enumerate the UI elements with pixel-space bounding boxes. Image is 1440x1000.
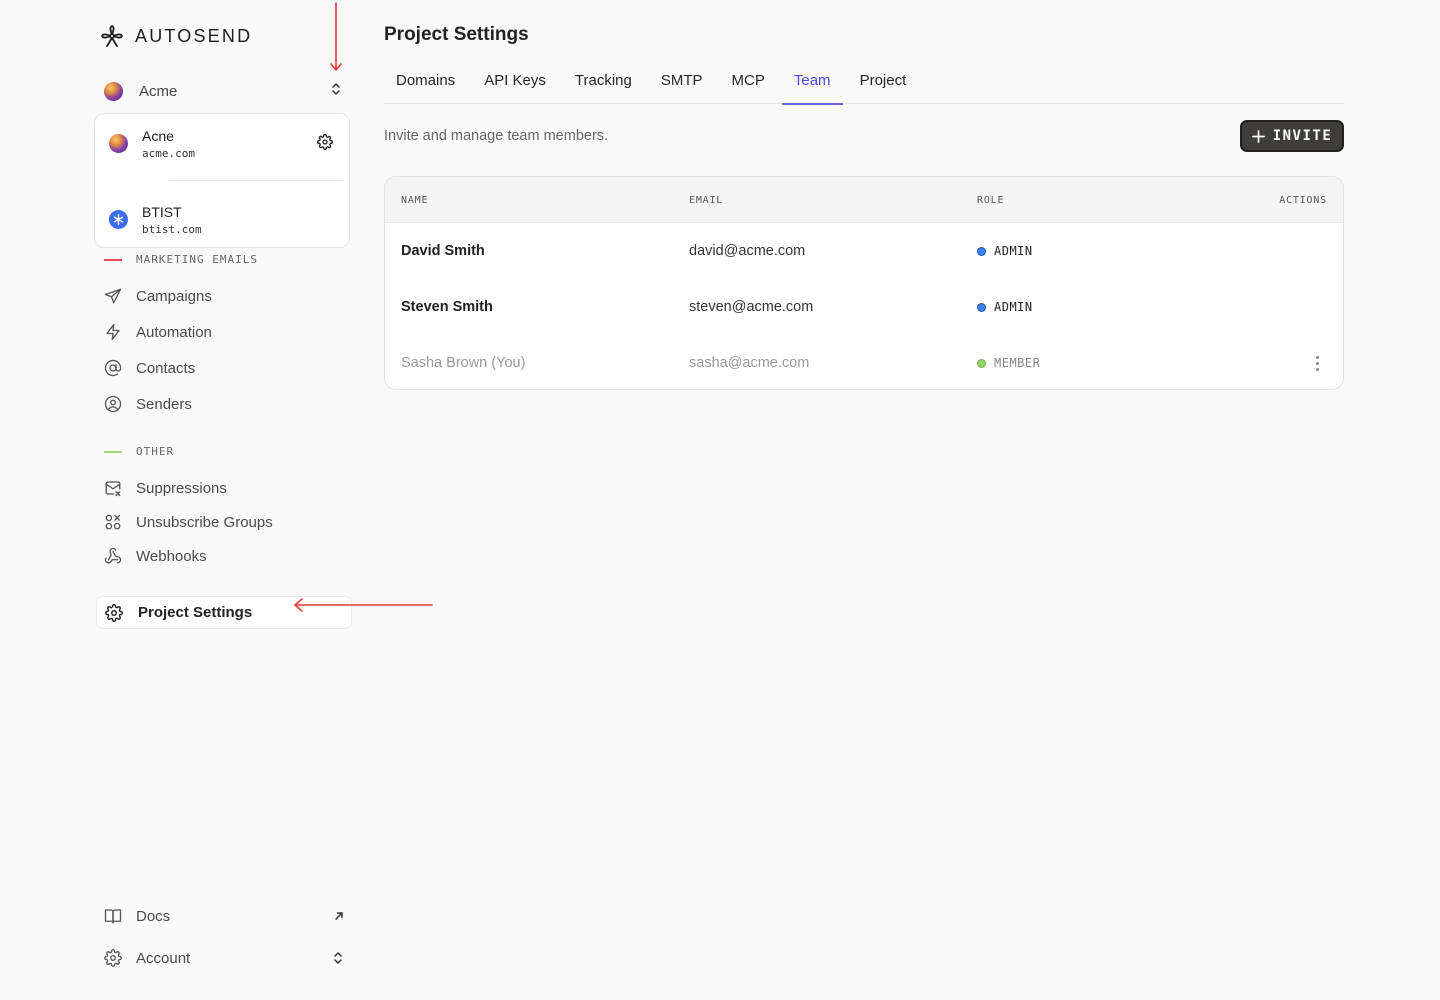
role-dot	[977, 358, 986, 368]
role-dot	[977, 246, 986, 256]
team-table: NAME EMAIL ROLE ACTIONS David Smith davi…	[384, 176, 1344, 390]
member-email: sasha@acme.com	[689, 355, 810, 371]
member-role: ADMIN	[977, 244, 1033, 258]
workspace-dropdown: Acne acme.com BTIST btist.com	[94, 113, 350, 248]
sidebar-item-label: Contacts	[136, 359, 196, 377]
sidebar-item-docs[interactable]: Docs	[104, 907, 344, 925]
sidebar-item-label: Automation	[136, 323, 212, 341]
table-row: Sasha Brown (You) sasha@acme.com MEMBER	[385, 335, 1343, 389]
user-circle-icon	[104, 395, 122, 413]
send-icon	[104, 287, 122, 305]
gear-icon[interactable]	[317, 134, 333, 150]
section-subtitle: Invite and manage team members.	[384, 128, 609, 144]
member-email: steven@acme.com	[689, 299, 814, 315]
column-header-role: ROLE	[977, 195, 1005, 206]
sidebar-item-label: Account	[136, 949, 191, 967]
mail-x-icon	[104, 479, 122, 497]
plus-icon	[1251, 129, 1265, 143]
table-row: David Smith david@acme.com ADMIN	[385, 223, 1343, 279]
member-role: MEMBER	[977, 356, 1040, 370]
chevron-updown-icon	[332, 83, 340, 95]
sidebar-item-label: Project Settings	[138, 604, 253, 621]
section-accent-line	[104, 258, 122, 261]
tab-team[interactable]: Team	[781, 64, 843, 105]
tab-domains[interactable]: Domains	[384, 64, 467, 104]
gear-icon	[105, 603, 123, 622]
workspace-option-acne[interactable]: Acne acme.com	[109, 128, 337, 160]
settings-tabs: Domains API Keys Tracking SMTP MCP Team …	[384, 64, 1344, 105]
workspace-avatar	[104, 81, 123, 101]
annotation-arrow-down	[330, 2, 342, 71]
dropdown-divider	[169, 180, 343, 181]
brand-name: AUTOSEND	[135, 25, 253, 46]
workspace-option-name: Acne	[142, 128, 174, 144]
chevron-updown-icon	[334, 952, 342, 964]
sidebar-item-senders[interactable]: Senders	[104, 395, 192, 413]
table-header: NAME EMAIL ROLE ACTIONS	[385, 177, 1343, 223]
annotation-arrow-left	[294, 598, 433, 612]
sidebar-item-contacts[interactable]: Contacts	[104, 359, 195, 377]
workspace-option-btist[interactable]: BTIST btist.com	[109, 204, 337, 236]
tab-tracking[interactable]: Tracking	[563, 64, 644, 104]
role-dot	[977, 302, 986, 312]
role-label: ADMIN	[994, 244, 1033, 258]
external-arrow-icon	[335, 912, 343, 920]
page-title: Project Settings	[384, 24, 529, 45]
section-label-other: OTHER	[104, 445, 174, 458]
tab-smtp[interactable]: SMTP	[649, 64, 715, 104]
role-label: MEMBER	[994, 356, 1041, 370]
autosend-logo-icon	[100, 24, 124, 47]
lightning-icon	[104, 323, 122, 341]
section-label-text: MARKETING EMAILS	[136, 253, 258, 266]
more-actions-icon[interactable]	[1307, 351, 1327, 375]
section-accent-line	[104, 450, 122, 453]
sidebar-item-unsubscribe-groups[interactable]: Unsubscribe Groups	[104, 513, 273, 531]
member-role: ADMIN	[977, 300, 1033, 314]
sidebar-item-label: Unsubscribe Groups	[136, 513, 273, 531]
workspace-avatar	[109, 210, 128, 229]
sidebar-item-webhooks[interactable]: Webhooks	[104, 547, 207, 565]
workspace-name: Acme	[139, 82, 178, 100]
tab-api-keys[interactable]: API Keys	[472, 64, 558, 104]
workspace-option-domain: acme.com	[142, 147, 195, 160]
sidebar-item-label: Senders	[136, 395, 192, 413]
sidebar: AUTOSEND Acme Acne acme.com BTIST btist.…	[0, 0, 370, 1000]
sidebar-item-automation[interactable]: Automation	[104, 323, 212, 341]
sidebar-item-label: Docs	[136, 907, 171, 925]
sidebar-item-label: Campaigns	[136, 287, 212, 305]
book-icon	[104, 907, 122, 925]
asterisk-icon	[113, 214, 124, 225]
section-label-text: OTHER	[136, 445, 175, 458]
sidebar-item-label: Suppressions	[136, 479, 227, 497]
sidebar-item-account[interactable]: Account	[104, 949, 344, 967]
at-sign-icon	[104, 359, 122, 377]
workspace-switcher[interactable]: Acme	[100, 78, 350, 104]
tab-project[interactable]: Project	[848, 64, 919, 104]
column-header-name: NAME	[401, 195, 429, 206]
groups-icon	[104, 513, 122, 531]
role-label: ADMIN	[994, 300, 1033, 314]
member-email: david@acme.com	[689, 243, 806, 259]
invite-button[interactable]: INVITE	[1240, 120, 1344, 152]
member-name: Sasha Brown (You)	[401, 355, 526, 371]
column-header-email: EMAIL	[689, 195, 724, 206]
workspace-option-domain: btist.com	[142, 223, 202, 236]
webhook-icon	[104, 547, 122, 565]
invite-button-label: INVITE	[1272, 128, 1333, 144]
sidebar-item-label: Webhooks	[136, 547, 207, 565]
member-name: David Smith	[401, 243, 485, 259]
brand-logo[interactable]: AUTOSEND	[100, 24, 252, 48]
section-label-marketing: MARKETING EMAILS	[104, 253, 258, 266]
tab-mcp[interactable]: MCP	[720, 64, 777, 104]
column-header-actions: ACTIONS	[1279, 195, 1327, 206]
sidebar-item-campaigns[interactable]: Campaigns	[104, 287, 212, 305]
workspace-option-name: BTIST	[142, 204, 182, 220]
workspace-avatar	[109, 134, 128, 153]
gear-icon	[104, 949, 122, 967]
sidebar-item-suppressions[interactable]: Suppressions	[104, 479, 227, 497]
member-name: Steven Smith	[401, 299, 493, 315]
table-row: Steven Smith steven@acme.com ADMIN	[385, 279, 1343, 335]
